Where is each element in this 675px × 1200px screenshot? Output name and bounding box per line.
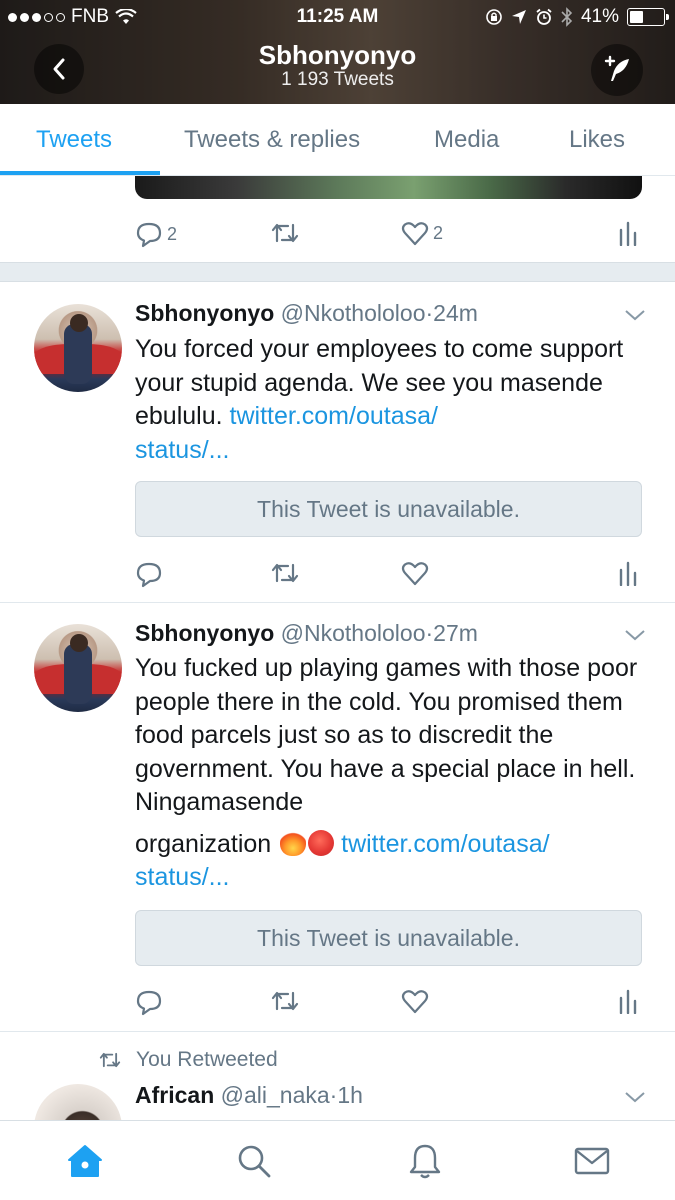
tweet-time: 27m [433, 620, 478, 646]
profile-name-title: Sbhonyonyo [258, 40, 417, 70]
nav-home[interactable] [65, 1141, 105, 1181]
tweet-actions: 2 2 [135, 220, 642, 250]
retweet-icon [271, 991, 299, 1011]
tab-media[interactable]: Media [434, 126, 499, 154]
alarm-icon [536, 8, 552, 25]
author-name[interactable]: African [135, 1082, 214, 1108]
tweet-text: You fucked up playing games with those p… [135, 652, 645, 895]
analytics-button[interactable] [618, 220, 638, 246]
analytics-icon [619, 221, 637, 246]
reply-count: 2 [167, 223, 178, 244]
tweet-divider [0, 602, 675, 603]
battery-percent: 41% [580, 6, 619, 27]
analytics-icon [619, 989, 637, 1014]
compose-tweet-button[interactable] [591, 44, 643, 96]
unavailable-quote-card: This Tweet is unavailable. [135, 481, 642, 537]
unavailable-quote-card: This Tweet is unavailable. [135, 910, 642, 966]
battery-icon [627, 8, 669, 26]
heart-icon [401, 990, 429, 1014]
like-button[interactable]: 2 [401, 220, 443, 246]
like-button[interactable] [401, 988, 429, 1014]
author-handle: @Nkothololoo [280, 620, 426, 646]
avatar[interactable] [34, 304, 122, 392]
bottom-tab-bar [0, 1120, 675, 1200]
retweet-label: You Retweeted [136, 1048, 278, 1071]
reply-button[interactable] [135, 988, 163, 1016]
author-name[interactable]: Sbhonyonyo [135, 300, 274, 326]
retweet-icon [271, 223, 299, 243]
tweet-text: You forced your employees to come suppor… [135, 333, 645, 467]
tweet-link-continued[interactable]: status/... [135, 436, 229, 464]
like-count: 2 [433, 222, 444, 243]
tweet-actions [135, 988, 642, 1018]
angry-face-emoji-icon [308, 829, 335, 856]
chevron-down-icon[interactable] [624, 628, 646, 642]
retweet-icon [271, 563, 299, 583]
retweet-icon [99, 1052, 121, 1068]
nav-search[interactable] [234, 1141, 274, 1181]
retweet-button[interactable] [270, 560, 300, 586]
tweet-body-continued: organization [135, 829, 272, 858]
tweet-header: Sbhonyonyo @Nkothololoo·24m [135, 300, 478, 327]
avatar[interactable] [34, 624, 122, 712]
analytics-button[interactable] [618, 560, 638, 586]
reply-icon [136, 562, 162, 588]
tweet-header: Sbhonyonyo @Nkothololoo·27m [135, 620, 478, 647]
analytics-button[interactable] [618, 988, 638, 1014]
tweet-divider [0, 1031, 675, 1032]
profile-header: FNB 11:25 AM 41% Sbhonyonyo 1 193 Tweets [0, 0, 675, 104]
profile-tabs: Tweets Tweets & replies Media Likes [0, 104, 675, 176]
active-tab-indicator [0, 171, 160, 175]
nav-notifications[interactable] [405, 1141, 445, 1181]
tweet-media-image[interactable] [135, 176, 642, 199]
author-handle: @Nkothololoo [280, 300, 426, 326]
tweet-link[interactable]: twitter.com/outasa/ [341, 830, 549, 858]
quill-icon [604, 55, 629, 81]
bell-icon [409, 1144, 441, 1179]
tweet-count: 1 193 Tweets [281, 69, 394, 90]
location-icon [511, 10, 526, 24]
tweet-link[interactable]: twitter.com/outasa/ [230, 402, 438, 430]
fire-emoji-icon [280, 829, 307, 856]
heart-icon [401, 222, 429, 246]
tweet-header: African @ali_naka·1h [135, 1082, 363, 1109]
like-button[interactable] [401, 560, 429, 586]
section-divider [0, 262, 675, 282]
nav-messages[interactable] [572, 1141, 612, 1181]
tweet-timeline[interactable]: 2 2 Sbhonyonyo @Nkothololoo·24m You forc… [0, 176, 675, 1120]
retweet-context: You Retweeted [98, 1048, 278, 1072]
status-bar: FNB 11:25 AM 41% [0, 0, 675, 34]
analytics-icon [619, 561, 637, 586]
reply-button[interactable] [135, 560, 163, 588]
bluetooth-icon [561, 7, 573, 27]
chevron-down-icon[interactable] [624, 1090, 646, 1104]
battery-level [630, 11, 644, 23]
home-icon [68, 1145, 102, 1177]
tweet-time: 24m [433, 300, 478, 326]
rotation-lock-icon [486, 9, 502, 25]
tweet-body: You fucked up playing games with those p… [135, 654, 638, 816]
tab-tweets[interactable]: Tweets [36, 126, 112, 154]
chevron-down-icon[interactable] [624, 308, 646, 322]
tab-likes[interactable]: Likes [569, 126, 625, 154]
author-name[interactable]: Sbhonyonyo [135, 620, 274, 646]
author-handle: @ali_naka [220, 1082, 330, 1108]
tweet-actions [135, 560, 642, 590]
status-icons: 41% [485, 6, 669, 28]
search-icon [238, 1145, 271, 1178]
tweet-link-continued[interactable]: status/... [135, 863, 229, 891]
heart-icon [401, 562, 429, 586]
tweet-time: 1h [337, 1082, 363, 1108]
reply-button[interactable]: 2 [135, 220, 177, 248]
mail-icon [574, 1147, 610, 1175]
avatar[interactable] [34, 1084, 122, 1120]
reply-icon [136, 990, 162, 1016]
retweet-button[interactable] [270, 988, 300, 1014]
tab-tweets-and-replies[interactable]: Tweets & replies [184, 126, 360, 154]
retweet-button[interactable] [270, 220, 300, 246]
reply-icon [136, 222, 162, 248]
